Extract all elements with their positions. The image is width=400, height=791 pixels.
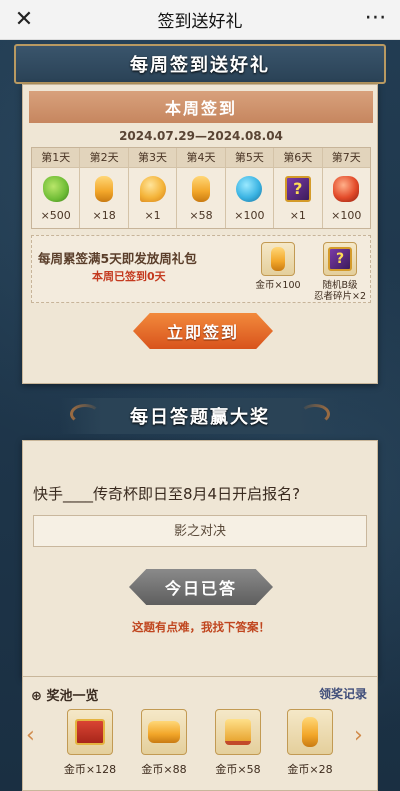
day-quantity: ×58	[189, 209, 213, 222]
bonus-title: 每周累签满5天即发放周礼包	[38, 251, 197, 266]
gold-bar-icon	[95, 176, 114, 202]
day-quantity: ×100	[234, 209, 265, 222]
page-title: 签到送好礼	[157, 12, 243, 32]
bonus-item: ? 随机B级 忍者碎片×2	[310, 242, 370, 302]
checkin-button-label: 立即签到	[166, 323, 239, 342]
bonus-item-box	[261, 242, 295, 276]
day-quantity: ×1	[144, 209, 161, 222]
bonus-item-label-line: 忍者碎片×2	[313, 291, 366, 302]
daily-quiz-title: 每日答题赢大奖	[130, 407, 270, 428]
bonus-item-label: 金币×100	[255, 280, 301, 291]
red-gem-icon	[333, 176, 360, 202]
answered-button[interactable]: 今日已答	[129, 569, 273, 605]
days-table: 第1天 ×500 第2天 ×18 第3天 ×1 第4天 ×58 第5天 ×100…	[31, 147, 371, 229]
top-navbar: ✕ 签到送好礼 ⋯	[0, 0, 400, 40]
weekly-banner-title: 每周签到送好礼	[130, 55, 270, 76]
prize-item-label: 金币×58	[215, 763, 261, 776]
answer-hint-link[interactable]: 这题有点难，我找下答案！	[23, 619, 379, 635]
quiz-question: 快手____传奇杯即日至8月4日开启报名?	[33, 485, 301, 503]
blue-orb-icon	[236, 176, 263, 202]
prize-item: 金币×88	[133, 709, 195, 777]
day-quantity: ×500	[40, 209, 71, 222]
day-label: 第1天	[32, 148, 80, 168]
mystery-box-icon: ?	[328, 247, 352, 271]
prize-item: 金币×28	[279, 709, 341, 777]
week-header: 本周签到	[29, 91, 373, 123]
prize-item-box	[215, 709, 261, 755]
prize-item-label: 金币×28	[287, 763, 333, 776]
bonus-item-label: 随机B级 忍者碎片×2	[310, 280, 370, 302]
weekly-banner: 每周签到送好礼	[14, 44, 386, 84]
quiz-answer-option[interactable]: 影之对决	[33, 515, 367, 547]
day-cell: 第7天 ×100	[322, 148, 370, 228]
mystery-box-icon: ?	[284, 176, 311, 202]
day-quantity: ×100	[331, 209, 362, 222]
prize-item-box	[141, 709, 187, 755]
week-header-title: 本周签到	[164, 99, 237, 118]
day-quantity: ×18	[92, 209, 116, 222]
answered-button-label: 今日已答	[164, 579, 237, 598]
date-range: 2024.07.29—2024.08.04	[119, 129, 283, 143]
weekly-bonus-panel: 每周累签满5天即发放周礼包 本周已签到0天 金币×100 ? 随机B级 忍者碎片…	[31, 235, 371, 303]
prize-item-label: 金币×128	[63, 763, 117, 776]
prize-pool-title: ⊕ 奖池一览	[31, 685, 98, 704]
day-cell: 第2天 ×18	[80, 148, 129, 228]
chevron-left-icon[interactable]: ‹	[26, 725, 46, 747]
bonus-item-label-line: 随机B级	[322, 280, 358, 291]
prize-pool-icon: ⊕	[31, 689, 42, 704]
day-cell: 第1天 ×500	[32, 148, 81, 228]
more-icon[interactable]: ⋯	[362, 6, 390, 34]
bonus-item-box: ?	[323, 242, 357, 276]
quiz-card: 快手____传奇杯即日至8月4日开启报名? 影之对决 今日已答 这题有点难，我找…	[22, 440, 378, 678]
day-quantity: ×1	[289, 209, 306, 222]
checkin-button[interactable]: 立即签到	[133, 313, 273, 349]
prize-record-link[interactable]: 领奖记录	[319, 685, 367, 702]
prize-item-box	[287, 709, 333, 755]
day-cell: 第4天 ×58	[177, 148, 226, 228]
day-label: 第3天	[128, 148, 177, 168]
day-label: 第6天	[274, 148, 322, 168]
day-cell: 第6天 ? ×1	[274, 148, 323, 228]
chevron-right-icon[interactable]: ›	[354, 725, 374, 747]
prize-item: 金币×58	[207, 709, 269, 777]
day-label: 第7天	[322, 148, 370, 168]
prize-item-label: 金币×88	[141, 763, 187, 776]
prize-pool-card: ⊕ 奖池一览 领奖记录 金币×128 金币×88 金币×58 金币×28	[22, 676, 378, 791]
shoe-icon	[42, 176, 69, 202]
bubble-icon	[139, 176, 166, 202]
prize-pool-title-text: 奖池一览	[46, 689, 99, 704]
weekly-checkin-card: 本周签到 2024.07.29—2024.08.04 第1天 ×500 第2天 …	[22, 84, 378, 384]
prize-item-box	[67, 709, 113, 755]
day-label: 第2天	[80, 148, 128, 168]
prize-item: 金币×128	[59, 709, 121, 777]
close-icon[interactable]: ✕	[10, 6, 38, 34]
gold-bundle-icon	[225, 719, 251, 745]
treasure-chest-icon	[75, 719, 105, 745]
daily-quiz-banner: 每日答题赢大奖	[60, 398, 340, 434]
gold-bar-icon	[271, 247, 285, 271]
day-label: 第4天	[177, 148, 225, 168]
gold-pile-icon	[148, 721, 180, 743]
bonus-item: 金币×100	[248, 242, 308, 291]
bonus-progress: 本周已签到0天	[92, 270, 166, 283]
day-cell: 第3天 ×1	[128, 148, 178, 228]
day-label: 第5天	[225, 148, 274, 168]
day-cell: 第5天 ×100	[225, 148, 275, 228]
gold-bar-icon	[302, 717, 318, 747]
gold-bar-icon	[191, 176, 210, 202]
